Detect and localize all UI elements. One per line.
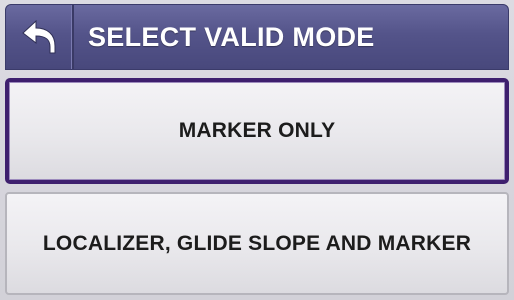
dialog-title: SELECT VALID MODE: [88, 21, 375, 52]
mode-option-marker-only[interactable]: MARKER ONLY: [5, 78, 509, 184]
back-button[interactable]: [6, 5, 74, 69]
mode-select-dialog: SELECT VALID MODE MARKER ONLY LOCALIZER,…: [0, 0, 514, 300]
mode-option-localizer-glide-slope-marker[interactable]: LOCALIZER, GLIDE SLOPE AND MARKER: [5, 192, 509, 295]
back-arrow-icon: [22, 20, 56, 54]
mode-option-label: LOCALIZER, GLIDE SLOPE AND MARKER: [42, 231, 472, 255]
mode-option-label: MARKER ONLY: [178, 119, 336, 142]
dialog-header: SELECT VALID MODE: [5, 4, 509, 70]
